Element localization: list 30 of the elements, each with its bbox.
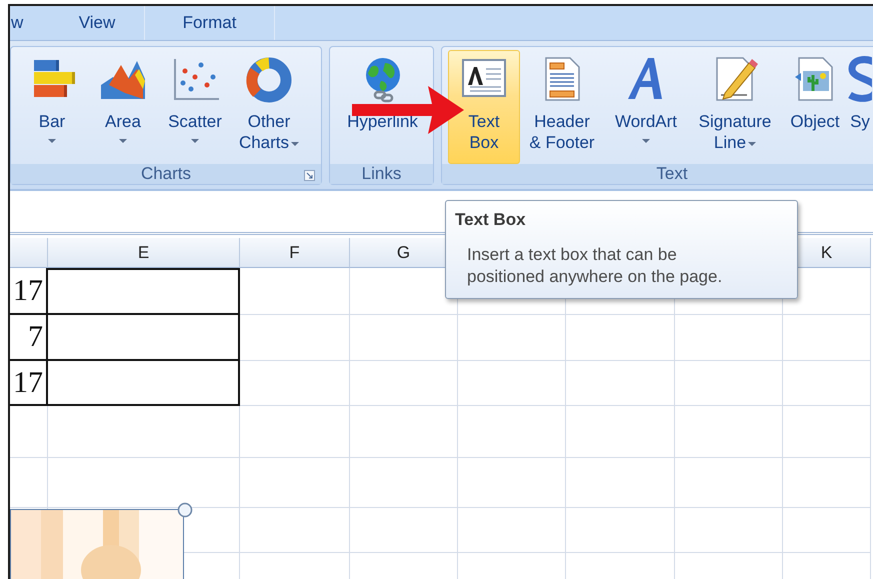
table-cell [10,406,48,458]
ribbon-command[interactable]: Other Charts [231,50,307,164]
ribbon-command[interactable]: Area [87,50,159,164]
ribbon-command[interactable]: Header & Footer [520,50,604,164]
ribbon-command[interactable]: Bar [17,50,87,164]
column-header[interactable] [10,238,48,268]
table-cell: 17 [10,268,48,315]
ribbon-command[interactable]: Signature Line [688,50,782,164]
ribbon-tab[interactable]: View [50,6,145,40]
resize-handle[interactable] [177,502,193,518]
donut-chart-icon [245,55,293,103]
ribbon-command[interactable]: Sy [848,50,872,164]
symbol-icon [848,55,872,103]
table-cell: 7 [10,315,48,361]
ribbon-command[interactable]: WordArt [604,50,688,164]
tooltip-text: Insert a text box that can be positioned anywhere on the page. [467,244,724,288]
group-label: Links [362,164,402,184]
group-label: Charts [140,164,192,184]
ribbon-command[interactable]: Text Box [448,50,520,164]
ribbon-tab[interactable]: Format [145,6,275,40]
table-cell: 17 [10,361,48,406]
ribbon-command[interactable]: Scatter [159,50,231,164]
tooltip-title: Text Box [455,210,527,230]
column-header[interactable]: F [240,238,350,268]
ribbon-command[interactable]: Object [782,50,848,164]
column-header[interactable]: E [48,238,240,268]
table-cell [10,458,48,508]
group-label: Text [656,164,688,184]
ribbon-tab[interactable]: w [10,6,50,40]
dialog-launcher-icon[interactable] [304,170,315,181]
